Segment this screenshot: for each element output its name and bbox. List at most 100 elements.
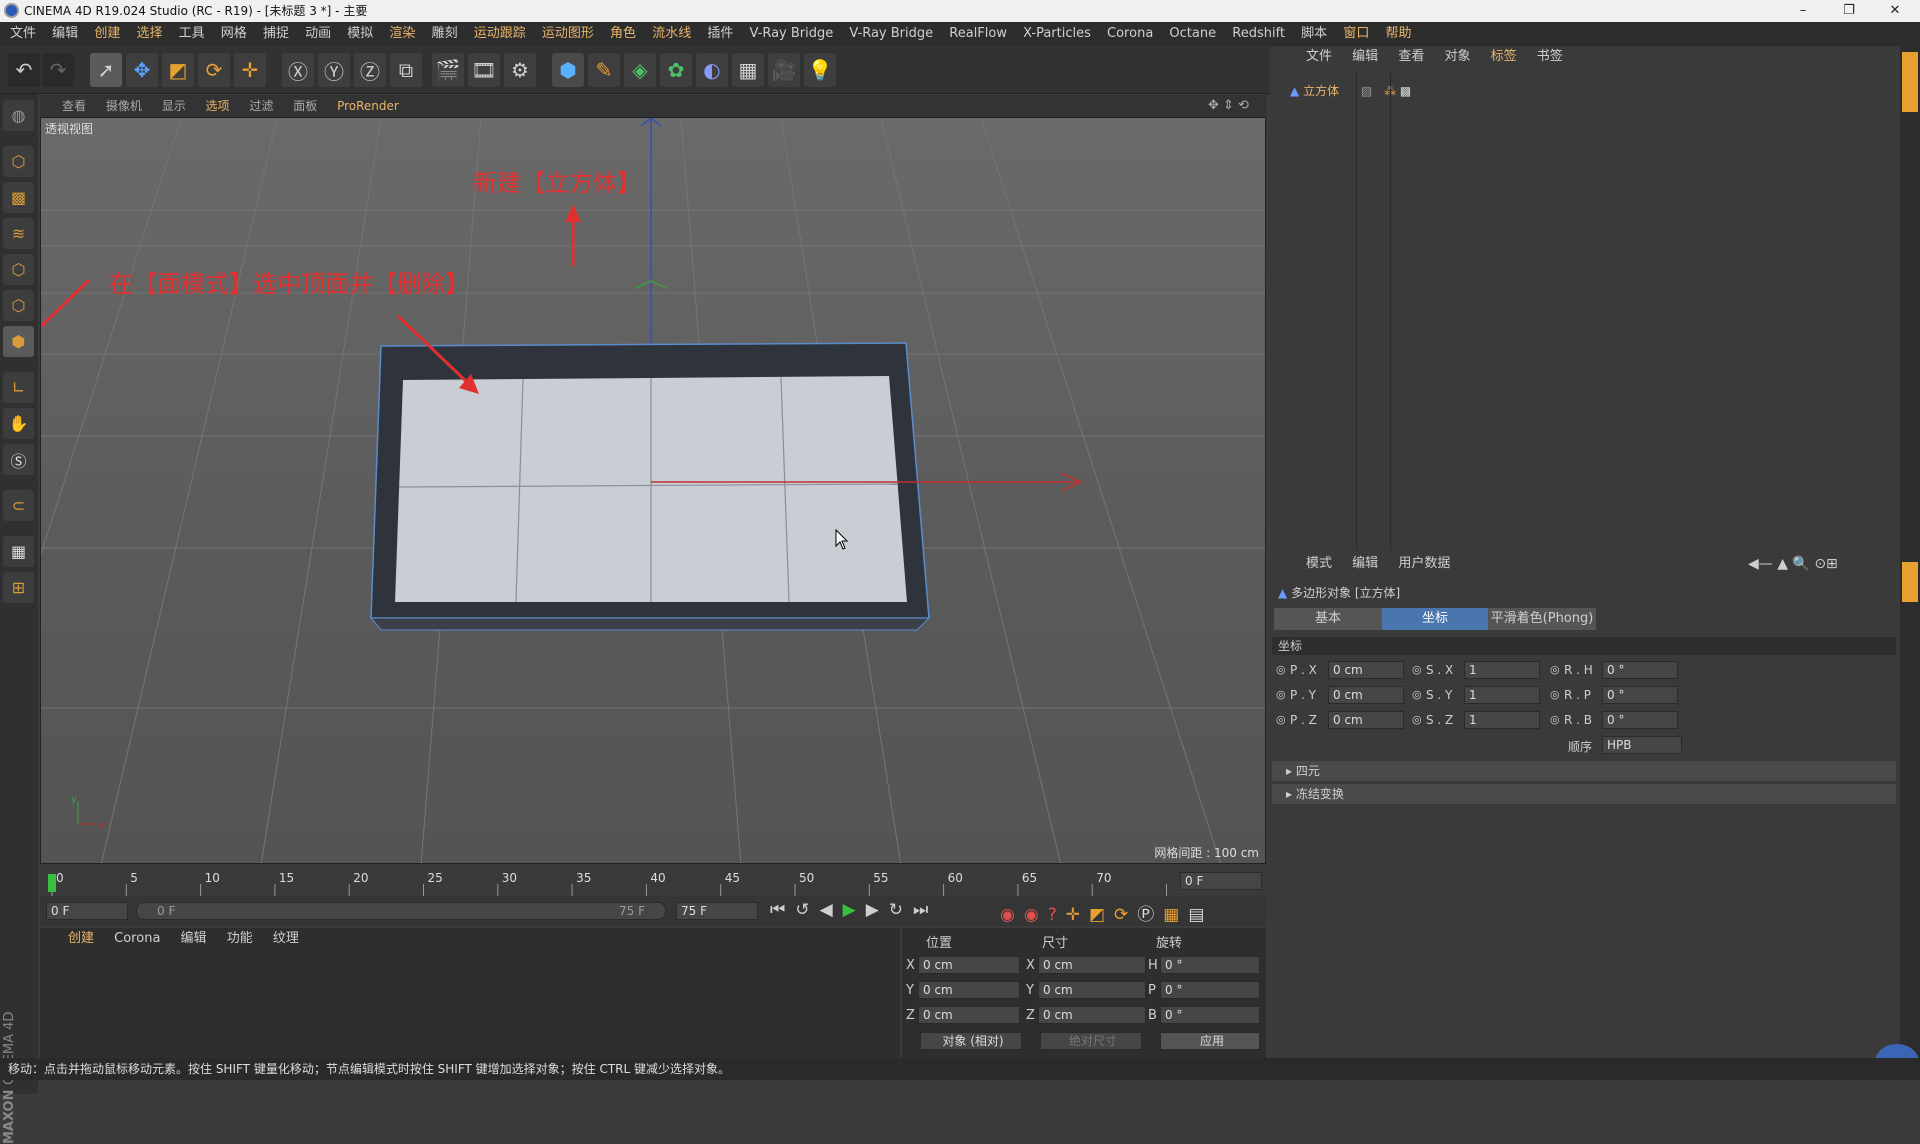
keyframe-radio-icon[interactable]: ◎ (1412, 688, 1422, 701)
order-dropdown[interactable]: HPB (1602, 736, 1682, 754)
cube-icon[interactable]: ⬢ (552, 53, 584, 87)
workplane-lock-icon[interactable]: ▦ (3, 536, 34, 567)
key-scale-icon[interactable]: ◩ (1089, 905, 1114, 925)
side-tab-active[interactable] (1902, 52, 1918, 112)
side-tab-attr[interactable] (1902, 562, 1918, 602)
apply-button[interactable]: 应用 (1160, 1032, 1260, 1050)
redo-icon[interactable]: ↷ (42, 53, 74, 87)
coord-field-input[interactable]: 1 (1464, 711, 1540, 729)
visibility-icon[interactable]: ▨ (1361, 84, 1372, 98)
right-tab-strip[interactable] (1900, 22, 1920, 1080)
menu-character[interactable]: 角色 (604, 22, 642, 46)
coord-pos-y[interactable]: 0 cm (918, 981, 1020, 999)
coord-size-x[interactable]: 0 cm (1038, 956, 1146, 974)
keyframe-radio-icon[interactable]: ◎ (1276, 663, 1286, 676)
mat-menu-create[interactable]: 创建 (60, 928, 102, 950)
menu-vray-2[interactable]: V-Ray Bridge (843, 22, 939, 46)
coord-field-input[interactable]: 0 cm (1328, 711, 1404, 729)
coord-field-input[interactable]: 0 ° (1602, 686, 1678, 704)
grid-icon[interactable]: ⊞ (3, 572, 34, 603)
menu-plugins[interactable]: 插件 (701, 22, 739, 46)
frame-range-slider[interactable]: 0 F 75 F (136, 902, 666, 920)
move-icon[interactable]: ✥ (126, 53, 158, 87)
magnet-icon[interactable]: ⊂ (3, 490, 34, 521)
pen-icon[interactable]: ✎ (588, 53, 620, 87)
keyframe-radio-icon[interactable]: ◎ (1550, 663, 1560, 676)
vp-menu-filter[interactable]: 过滤 (241, 95, 281, 117)
last-tool-icon[interactable]: ✛ (234, 53, 266, 87)
subdivision-icon[interactable]: ◈ (624, 53, 656, 87)
menu-help[interactable]: 帮助 (1379, 22, 1417, 46)
edge-mode-icon[interactable]: ⬡ (3, 290, 34, 321)
start-frame-field[interactable]: 0 F (46, 902, 128, 920)
go-end-icon[interactable]: ⏭ (913, 900, 938, 920)
rotate-icon[interactable]: ⟳ (198, 53, 230, 87)
menu-render[interactable]: 渲染 (383, 22, 421, 46)
minimize-button[interactable]: – (1780, 0, 1826, 22)
playhead[interactable] (48, 874, 56, 892)
menu-script[interactable]: 脚本 (1295, 22, 1333, 46)
coord-size-y[interactable]: 0 cm (1038, 981, 1146, 999)
floor-icon[interactable]: ▦ (732, 53, 764, 87)
workplane-icon[interactable]: ≋ (3, 218, 34, 249)
tab-coordinates[interactable]: 坐标 (1382, 608, 1488, 630)
tab-basic[interactable]: 基本 (1274, 608, 1382, 630)
attr-menu-edit[interactable]: 编辑 (1344, 553, 1386, 575)
key-position-icon[interactable]: ✛ (1066, 905, 1089, 925)
vp-menu-options[interactable]: 选项 (198, 95, 238, 117)
coord-rot-b[interactable]: 0 ° (1160, 1006, 1260, 1024)
timeline-ruler[interactable]: 051015202530354045505560657075 0 F (40, 866, 1266, 896)
menu-snap[interactable]: 捕捉 (257, 22, 295, 46)
menu-edit[interactable]: 编辑 (46, 22, 84, 46)
tweak-icon[interactable]: ✋ (3, 408, 34, 439)
section-quaternion[interactable]: ▸ 四元 (1272, 761, 1896, 781)
menu-tools[interactable]: 工具 (173, 22, 211, 46)
scale-icon[interactable]: ◩ (162, 53, 194, 87)
obj-menu-tags[interactable]: 标签 (1483, 46, 1525, 68)
attr-nav-icons[interactable]: ◀— ▲ 🔍 ⊙⊞ (1740, 553, 1846, 575)
vp-menu-panel[interactable]: 面板 (285, 95, 325, 117)
prev-key-icon[interactable]: ↺ (795, 900, 819, 920)
coord-rot-p[interactable]: 0 ° (1160, 981, 1260, 999)
undo-icon[interactable]: ↶ (8, 53, 40, 87)
menu-create[interactable]: 创建 (88, 22, 126, 46)
attr-menu-mode[interactable]: 模式 (1298, 553, 1340, 575)
menu-vray-1[interactable]: V-Ray Bridge (744, 22, 840, 46)
go-start-icon[interactable]: ⏮ (770, 900, 795, 920)
key-param-icon[interactable]: Ⓟ (1137, 905, 1163, 925)
snap-icon[interactable]: Ⓢ (3, 444, 34, 475)
menu-file[interactable]: 文件 (0, 22, 42, 46)
autokey-icon[interactable]: ◉ (1024, 905, 1048, 925)
menu-realflow[interactable]: RealFlow (943, 22, 1013, 46)
key-pla-icon[interactable]: ▦ (1163, 905, 1188, 925)
model-mode-icon[interactable]: ⬡ (3, 146, 34, 177)
obj-menu-view[interactable]: 查看 (1390, 46, 1432, 68)
keyframe-radio-icon[interactable]: ◎ (1550, 688, 1560, 701)
record-icon[interactable]: ◉ (1000, 905, 1024, 925)
coord-size-z[interactable]: 0 cm (1038, 1006, 1146, 1024)
menu-redshift[interactable]: Redshift (1226, 22, 1291, 46)
menu-sculpt[interactable]: 雕刻 (426, 22, 464, 46)
menu-pipeline[interactable]: 流水线 (646, 22, 697, 46)
coord-rot-h[interactable]: 0 ° (1160, 956, 1260, 974)
record-controls[interactable]: ◉◉?✛◩⟳Ⓟ▦▤ (1000, 900, 1213, 925)
coord-field-input[interactable]: 0 cm (1328, 686, 1404, 704)
menu-mograph[interactable]: 运动图形 (536, 22, 600, 46)
playback-controls[interactable]: ⏮↺◀▶▶↻⏭ (770, 900, 938, 920)
coord-field-input[interactable]: 0 cm (1328, 661, 1404, 679)
next-frame-icon[interactable]: ▶ (866, 900, 889, 920)
vp-menu-cameras[interactable]: 摄像机 (98, 95, 150, 117)
menu-window[interactable]: 窗口 (1337, 22, 1375, 46)
obj-menu-bookmarks[interactable]: 书签 (1529, 46, 1571, 68)
coordinate-system-icon[interactable]: ⧉ (390, 53, 422, 87)
next-key-icon[interactable]: ↻ (889, 900, 913, 920)
menu-simulate[interactable]: 模拟 (341, 22, 379, 46)
object-row-cube[interactable]: ▲ 立方体 ▨ ⁂ ▩ (1290, 82, 1411, 100)
keyframe-radio-icon[interactable]: ◎ (1412, 663, 1422, 676)
end-frame-field[interactable]: 75 F (676, 902, 758, 920)
mat-menu-texture[interactable]: 纹理 (265, 928, 307, 950)
menu-xparticles[interactable]: X-Particles (1017, 22, 1097, 46)
restore-button[interactable]: ❐ (1826, 0, 1872, 22)
section-freeze[interactable]: ▸ 冻结变换 (1272, 784, 1896, 804)
coord-mode-dropdown[interactable]: 对象 (相对) (920, 1032, 1022, 1050)
